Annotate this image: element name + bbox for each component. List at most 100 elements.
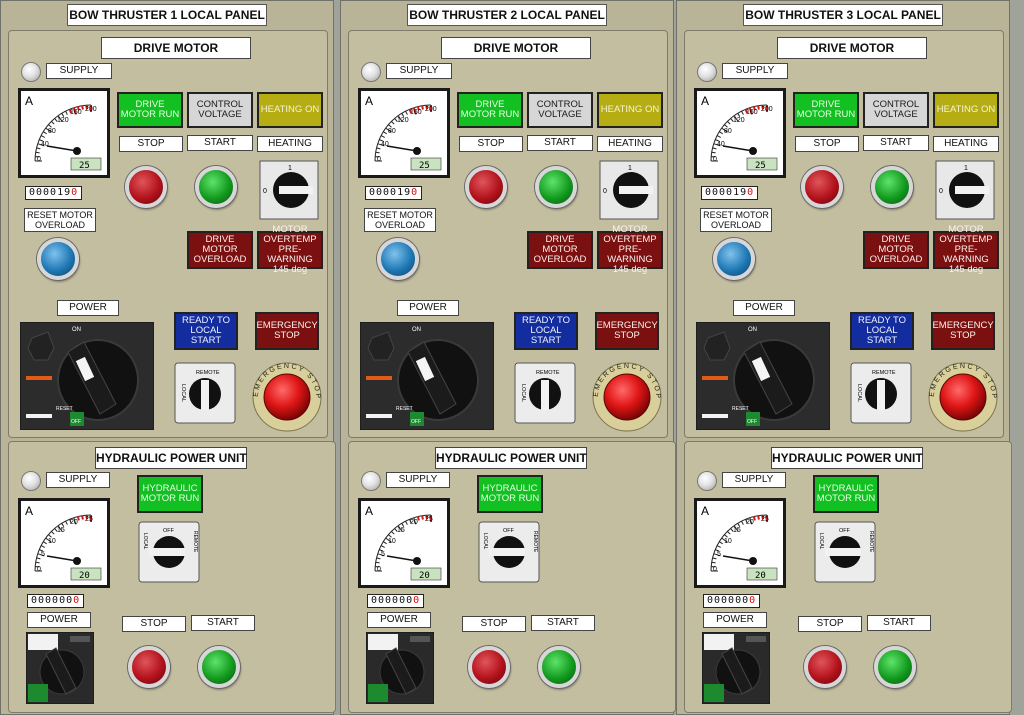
drive-start-button[interactable] xyxy=(871,166,913,208)
mode-switch-local: LOCAL xyxy=(180,384,186,402)
reset-motor-overload-button[interactable] xyxy=(37,238,79,280)
ammeter-reading: 20 xyxy=(79,571,90,581)
hpu-start-button[interactable] xyxy=(198,646,240,688)
hpu-start-button[interactable] xyxy=(874,646,916,688)
drive-hour-counter-last: 0 xyxy=(747,187,755,198)
ammeter-tick-4: 160 xyxy=(746,109,758,116)
hpu-title: HYDRAULIC POWER UNIT xyxy=(95,447,247,469)
ammeter-reading: 20 xyxy=(419,571,430,581)
hpu-mode-selector-switch[interactable]: OFF LOCAL REMOTE xyxy=(478,521,540,588)
drive-motor-title: DRIVE MOTOR xyxy=(441,37,591,59)
drive-start-button[interactable] xyxy=(195,166,237,208)
breaker-off-label: OFF xyxy=(71,419,81,425)
hpu-mode-selector-switch[interactable]: OFF LOCAL REMOTE xyxy=(138,521,200,588)
supply-label: SUPPLY xyxy=(722,63,788,79)
hpu-start-button[interactable] xyxy=(538,646,580,688)
local-remote-selector-switch[interactable]: REMOTE LOCAL xyxy=(850,362,912,429)
ammeter-tick-1: 5 xyxy=(41,551,45,558)
hpu-power-breaker[interactable] xyxy=(365,631,435,709)
emergency-stop-indicator: EMERGENCY STOP xyxy=(255,312,319,350)
reset-motor-overload-button[interactable] xyxy=(377,238,419,280)
hpu-stop-label: STOP xyxy=(462,616,526,632)
heating-on-indicator-text: HEATING ON xyxy=(936,104,996,115)
hpu-power-breaker[interactable] xyxy=(701,631,771,709)
ammeter-tick-1: 40 xyxy=(41,141,49,148)
drive-ammeter: A 0 40 80 120 160 200 25 xyxy=(18,88,110,178)
control-voltage-indicator: CONTROL VOLTAGE xyxy=(863,92,929,128)
hpu-power-label: POWER xyxy=(27,612,91,628)
motor-overtemp-prewarning-indicator: MOTOR OVERTEMP PRE-WARNING 145 deg xyxy=(257,225,323,275)
local-remote-selector-switch[interactable]: REMOTE LOCAL xyxy=(174,362,236,429)
hpu-stop-button[interactable] xyxy=(128,646,170,688)
drive-stop-button[interactable] xyxy=(801,166,843,208)
motor-overtemp-prewarning-indicator-text: MOTOR OVERTEMP PRE-WARNING 145 deg xyxy=(603,224,657,275)
hydraulic-motor-run-indicator-text: HYDRAULIC MOTOR RUN xyxy=(816,483,876,504)
hpu-stop-label: STOP xyxy=(122,616,186,632)
ammeter-tick-3: 15 xyxy=(397,527,405,534)
ammeter-unit: A xyxy=(25,504,33,518)
motor-overtemp-prewarning-indicator: MOTOR OVERTEMP PRE-WARNING 145 deg xyxy=(597,225,663,275)
drive-hour-counter: 0000190 xyxy=(365,186,423,200)
start-label: START xyxy=(863,135,929,151)
emergency-stop-indicator: EMERGENCY STOP xyxy=(931,312,995,350)
emergency-stop-button[interactable]: EMERGENCY STOP xyxy=(252,362,322,437)
hydraulic-power-unit-panel: HYDRAULIC POWER UNIT SUPPLY A 0 5 10 15 2… xyxy=(348,441,676,713)
hpu-supply-label: SUPPLY xyxy=(386,472,450,488)
reset-motor-overload-button[interactable] xyxy=(713,238,755,280)
bow-thruster-1-column: BOW THRUSTER 1 LOCAL PANEL DRIVE MOTOR SUP… xyxy=(0,0,336,715)
start-label: START xyxy=(187,135,253,151)
drive-motor-run-indicator: DRIVE MOTOR RUN xyxy=(793,92,859,128)
motor-overtemp-prewarning-indicator-text: MOTOR OVERTEMP PRE-WARNING 145 deg xyxy=(939,224,993,275)
ammeter-reading: 25 xyxy=(755,161,766,171)
hpu-switch-remote: REMOTE xyxy=(192,531,198,553)
emergency-stop-button[interactable]: EMERGENCY STOP xyxy=(928,362,998,437)
ammeter-face: A 0 5 10 15 20 25 20 xyxy=(697,501,783,585)
ammeter-reading: 20 xyxy=(755,571,766,581)
ammeter-unit: A xyxy=(25,94,33,108)
bow-thruster-3-column: BOW THRUSTER 3 LOCAL PANEL DRIVE MOTOR SUP… xyxy=(676,0,1012,715)
heating-on-indicator-text: HEATING ON xyxy=(600,104,660,115)
hpu-stop-button[interactable] xyxy=(468,646,510,688)
hpu-switch-remote: REMOTE xyxy=(532,531,538,553)
drive-hour-counter-last: 0 xyxy=(71,187,79,198)
motor-overtemp-prewarning-indicator: MOTOR OVERTEMP PRE-WARNING 145 deg xyxy=(933,225,999,275)
ammeter-tick-3: 120 xyxy=(397,117,409,124)
drive-stop-button[interactable] xyxy=(125,166,167,208)
hpu-hour-counter: 0000000 xyxy=(367,594,425,608)
local-remote-selector-switch[interactable]: REMOTE LOCAL xyxy=(514,362,576,429)
ammeter-tick-1: 40 xyxy=(717,141,725,148)
heating-selector-switch[interactable]: 0 1 xyxy=(259,160,319,225)
heating-selector-switch[interactable]: 0 1 xyxy=(935,160,995,225)
heating-selector-switch[interactable]: 0 1 xyxy=(599,160,659,225)
ammeter-tick-4: 160 xyxy=(70,109,82,116)
ammeter-tick-4: 20 xyxy=(70,519,78,526)
breaker-off-label: OFF xyxy=(411,419,421,425)
emergency-stop-button[interactable]: EMERGENCY STOP xyxy=(592,362,662,437)
supply-lamp xyxy=(697,62,717,82)
hydraulic-motor-run-indicator: HYDRAULIC MOTOR RUN xyxy=(813,475,879,513)
ready-to-local-start-indicator: READY TO LOCAL START xyxy=(850,312,914,350)
emergency-stop-indicator-text: EMERGENCY STOP xyxy=(932,320,994,341)
mode-switch-remote: REMOTE xyxy=(536,370,560,376)
ammeter-tick-2: 10 xyxy=(724,538,732,545)
ammeter-unit: A xyxy=(701,94,709,108)
drive-start-button[interactable] xyxy=(535,166,577,208)
control-voltage-indicator: CONTROL VOLTAGE xyxy=(527,92,593,128)
ammeter-tick-4: 20 xyxy=(746,519,754,526)
drive-hour-counter-digits: 000019 xyxy=(29,187,72,198)
main-power-breaker[interactable]: ON RESET OFF xyxy=(359,321,495,435)
heating-on-indicator: HEATING ON xyxy=(257,92,323,128)
hpu-hour-counter-digits: 000000 xyxy=(371,595,414,606)
drive-stop-button[interactable] xyxy=(465,166,507,208)
hydraulic-power-unit-panel: HYDRAULIC POWER UNIT SUPPLY A 0 5 10 15 2… xyxy=(8,441,336,713)
drive-motor-run-indicator: DRIVE MOTOR RUN xyxy=(117,92,183,128)
hpu-stop-button[interactable] xyxy=(804,646,846,688)
drive-motor-overload-indicator: DRIVE MOTOR OVERLOAD xyxy=(527,231,593,269)
ammeter-reading: 25 xyxy=(79,161,90,171)
hpu-switch-local: LOCAL xyxy=(482,533,488,550)
hpu-mode-selector-switch[interactable]: OFF LOCAL REMOTE xyxy=(814,521,876,588)
main-power-breaker[interactable]: ON RESET OFF xyxy=(695,321,831,435)
breaker-reset-label: RESET xyxy=(56,406,73,412)
main-power-breaker[interactable]: ON RESET OFF xyxy=(19,321,155,435)
hpu-power-breaker[interactable] xyxy=(25,631,95,709)
